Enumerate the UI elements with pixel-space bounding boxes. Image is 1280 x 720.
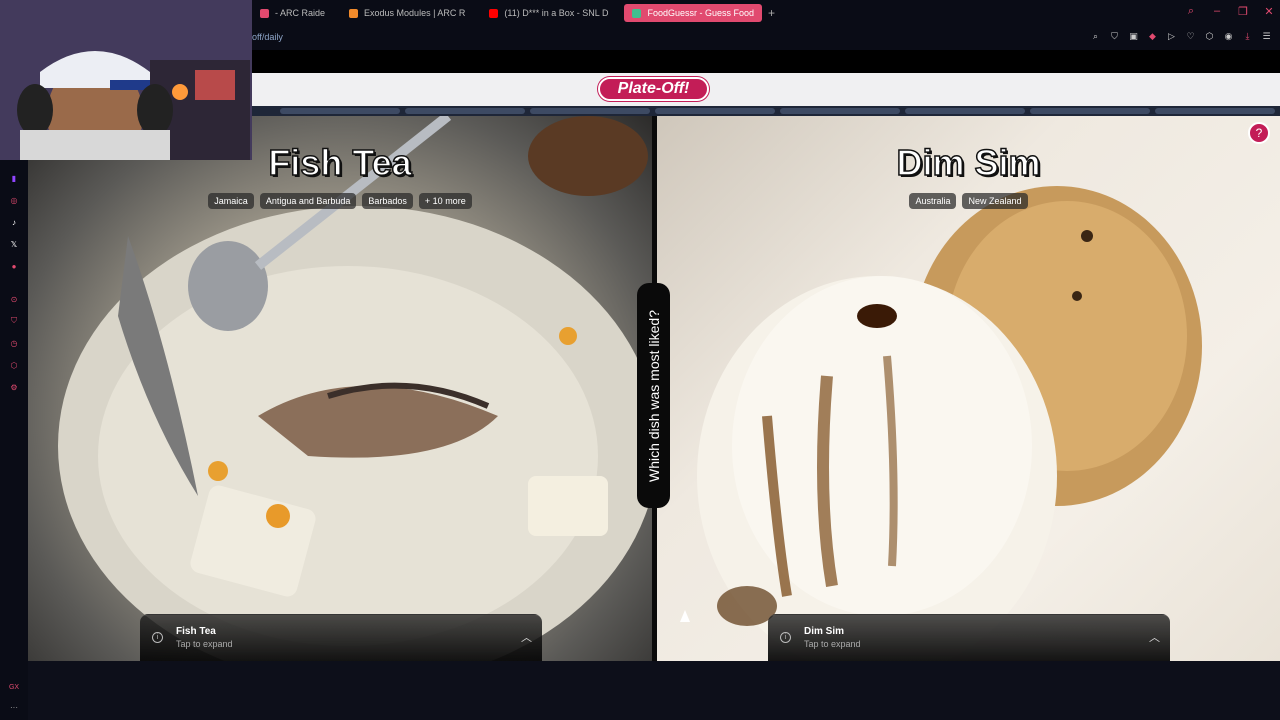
- banner-hint: Tap to expand: [176, 639, 233, 649]
- tab-favicon-icon: [349, 8, 359, 18]
- snapshot-icon[interactable]: ▣: [1128, 31, 1139, 42]
- close-icon[interactable]: ✕: [1262, 4, 1276, 18]
- progress-segment: [405, 108, 525, 114]
- youtube-music-icon[interactable]: ●: [8, 260, 20, 272]
- player-sidebar-icon[interactable]: ⊙: [8, 293, 20, 305]
- question-text: Which dish was most liked?: [645, 309, 662, 482]
- tiktok-icon[interactable]: ♪: [8, 216, 20, 228]
- tab-label: - ARC Raide: [275, 8, 326, 18]
- toolbar-icons: ⌕ ⛉ ▣ ◆ ▷ ♡ ⬡ ◉ ⤓ ☰: [1090, 31, 1272, 42]
- help-button[interactable]: ?: [1248, 122, 1270, 144]
- tab-arc-raiders[interactable]: - ARC Raide: [252, 4, 333, 22]
- country-tag: Jamaica: [208, 193, 254, 209]
- info-icon: i: [780, 632, 791, 643]
- chevron-up-icon[interactable]: ︿: [1149, 629, 1160, 645]
- menu-icon[interactable]: ☰: [1261, 31, 1272, 42]
- tab-favicon-icon: [260, 8, 269, 18]
- player-icon[interactable]: ▷: [1166, 31, 1177, 42]
- dish-card-right[interactable]: Dim Sim Australia New Zealand: [657, 116, 1280, 661]
- more-icon[interactable]: ···: [8, 701, 20, 713]
- country-tag: Australia: [909, 193, 957, 209]
- youtube-icon: [489, 8, 499, 18]
- progress-segment: [530, 108, 650, 114]
- pin-icon[interactable]: ⛉: [8, 315, 20, 327]
- webcam-overlay: [0, 0, 252, 160]
- country-tag: Antigua and Barbuda: [259, 193, 357, 209]
- page-bottom: [28, 661, 1280, 720]
- mouse-cursor: [680, 610, 690, 622]
- tab-favicon-icon: [632, 8, 642, 18]
- restore-icon[interactable]: ❐: [1236, 4, 1250, 18]
- extensions-sidebar-icon[interactable]: ⬡: [8, 359, 20, 371]
- info-icon: i: [152, 632, 163, 643]
- dish-info-banner-right[interactable]: i Dim Sim Tap to expand ︿: [768, 614, 1170, 661]
- tab-snl-video[interactable]: (11) D*** in a Box - SNL D: [481, 4, 616, 22]
- tab-foodguessr[interactable]: FoodGuessr - Guess Food: [624, 4, 763, 22]
- country-tag: New Zealand: [962, 193, 1028, 209]
- country-tag: Barbados: [362, 193, 413, 209]
- progress-segment: [655, 108, 775, 114]
- banner-hint: Tap to expand: [804, 639, 861, 649]
- dish-card-left[interactable]: Fish Tea Jamaica Antigua and Barbuda Bar…: [28, 116, 652, 661]
- history-icon[interactable]: ◷: [8, 337, 20, 349]
- search-tabs-icon[interactable]: ⌕: [1184, 4, 1198, 18]
- progress-segment: [780, 108, 900, 114]
- downloads-icon[interactable]: ⤓: [1242, 31, 1253, 42]
- plate-off-logo[interactable]: Plate-Off!: [598, 77, 709, 101]
- twitch-icon[interactable]: ▮: [8, 172, 20, 184]
- instagram-icon[interactable]: ◎: [8, 194, 20, 206]
- progress-segment: [1155, 108, 1275, 114]
- minimize-icon[interactable]: –: [1210, 4, 1224, 18]
- bookmark-icon[interactable]: ⛉: [1109, 31, 1120, 42]
- country-tags-left: Jamaica Antigua and Barbuda Barbados + 1…: [28, 193, 652, 209]
- tab-exodus-modules[interactable]: Exodus Modules | ARC R: [341, 4, 473, 22]
- progress-segment: [1030, 108, 1150, 114]
- pocket-icon[interactable]: ◆: [1147, 31, 1158, 42]
- settings-icon[interactable]: ⚙: [8, 381, 20, 393]
- zoom-icon[interactable]: ⌕: [1090, 31, 1101, 42]
- profile-icon[interactable]: ◉: [1223, 31, 1234, 42]
- streamer-webcam-image: [0, 0, 252, 160]
- vote-question: Which dish was most liked?: [637, 283, 670, 508]
- banner-dish-name: Fish Tea: [176, 626, 216, 637]
- url-text[interactable]: off/daily: [252, 32, 283, 42]
- country-tags-right: Australia New Zealand: [657, 193, 1280, 209]
- tab-label: (11) D*** in a Box - SNL D: [504, 8, 609, 18]
- gx-label[interactable]: GX: [8, 681, 20, 693]
- progress-segment: [280, 108, 400, 114]
- extensions-icon[interactable]: ⬡: [1204, 31, 1215, 42]
- more-countries-tag[interactable]: + 10 more: [418, 193, 472, 209]
- banner-dish-name: Dim Sim: [804, 626, 845, 637]
- tab-label: FoodGuessr - Guess Food: [647, 8, 755, 18]
- tab-label: Exodus Modules | ARC R: [364, 8, 466, 18]
- heart-icon[interactable]: ♡: [1185, 31, 1196, 42]
- app-window: - ARC Raide Exodus Modules | ARC R (11) …: [0, 0, 1280, 720]
- dish-title-right: Dim Sim: [896, 141, 1042, 184]
- dish-info-banner-left[interactable]: i Fish Tea Tap to expand ︿: [140, 614, 542, 661]
- new-tab-button[interactable]: +: [762, 6, 781, 20]
- x-icon[interactable]: 𝕏: [8, 238, 20, 250]
- window-controls: ⌕ – ❐ ✕: [1184, 4, 1276, 18]
- progress-segment: [905, 108, 1025, 114]
- chevron-up-icon[interactable]: ︿: [521, 629, 532, 645]
